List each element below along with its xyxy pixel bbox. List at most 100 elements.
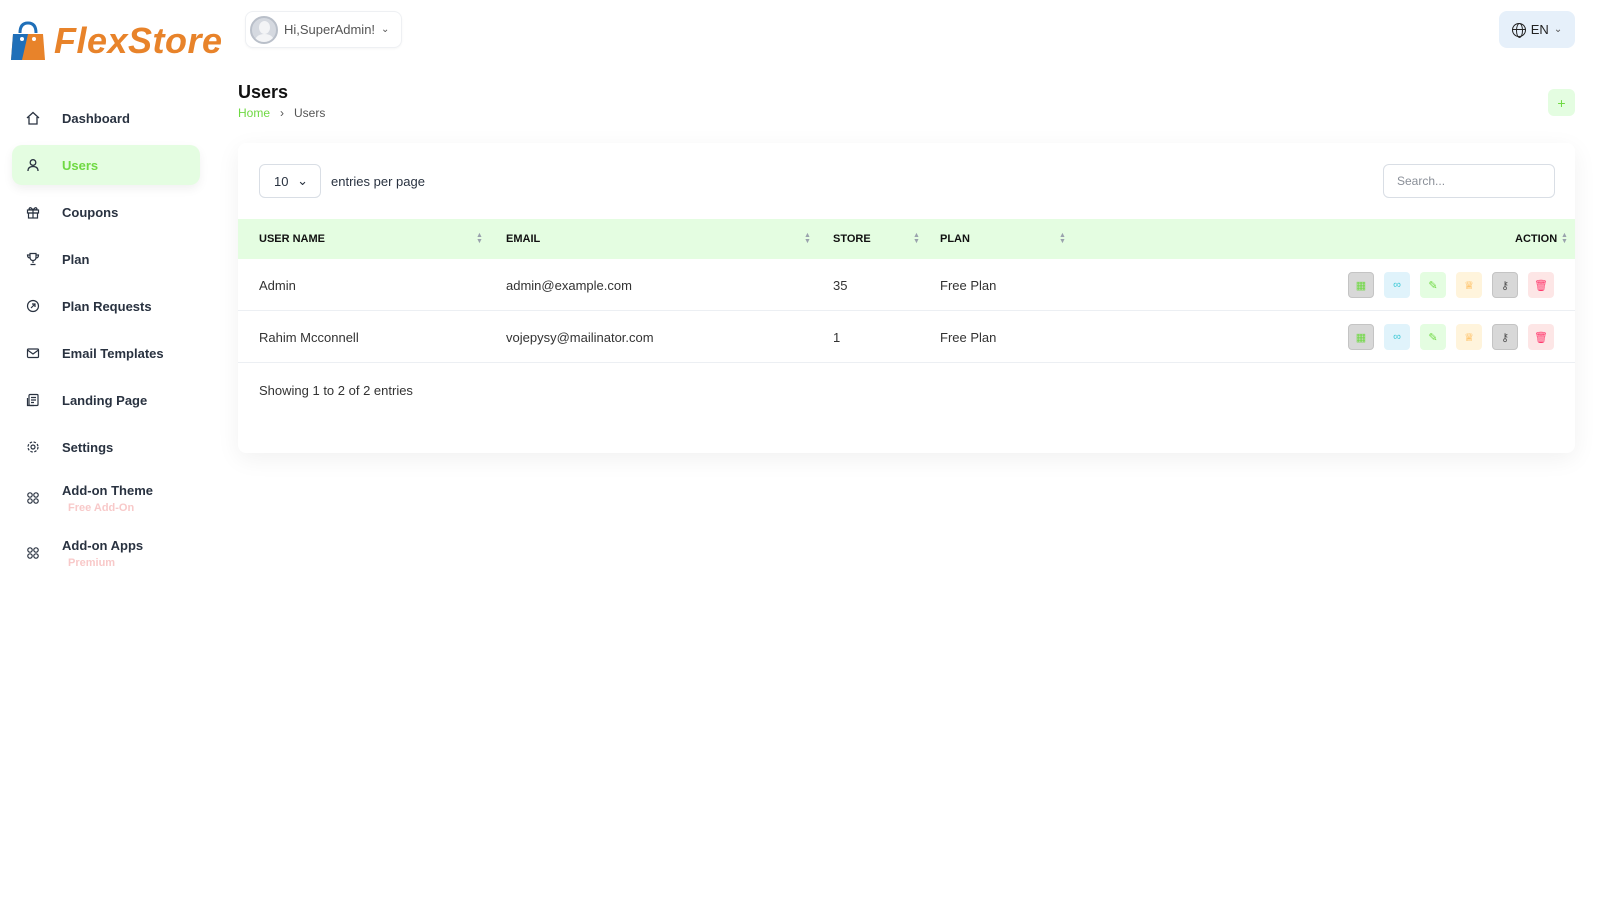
sidebar-item-users[interactable]: Users [12,145,200,185]
row-actions: ▦ ∞ ✎ ♕ ⚷ 🗑 [1348,272,1554,298]
upgrade-plan-button[interactable]: ♕ [1456,272,1482,298]
column-user-name[interactable]: USER NAME [259,219,325,259]
apps-icon [24,489,42,507]
entries-per-page-select[interactable]: 10 ⌄ [259,164,321,198]
sidebar-item-label: Plan Requests [62,298,152,314]
table-header: USER NAME ▲ ▼ EMAIL ▲ ▼ STORE ▲ ▼ PLAN ▲ ▼ A… [238,219,1575,259]
sidebar-item-plan[interactable]: Plan [12,239,200,279]
sidebar-item-landing-page[interactable]: Landing Page [12,380,200,420]
link-icon: ∞ [1393,279,1401,291]
column-plan[interactable]: PLAN [940,219,970,259]
sidebar-item-label: Plan [62,251,90,267]
search-input[interactable] [1383,164,1555,198]
delete-button[interactable]: 🗑 [1528,272,1554,298]
cell-store: 35 [833,277,848,293]
column-email[interactable]: EMAIL [506,219,540,259]
sidebar-item-email-templates[interactable]: Email Templates [12,333,200,373]
gear-icon [24,438,42,456]
cell-email: vojepysy@mailinator.com [506,329,654,345]
mail-icon [24,344,42,362]
login-link-button[interactable]: ∞ [1384,324,1410,350]
sort-icon[interactable]: ▲ ▼ [913,232,920,245]
brand-name: FlexStore [54,20,223,61]
entries-label: entries per page [331,173,425,189]
breadcrumb-home[interactable]: Home [238,106,270,120]
language-selector[interactable]: EN ⌄ [1499,11,1575,48]
trophy-icon: ♕ [1464,331,1474,344]
gift-icon [24,203,42,221]
sidebar-item-label: Users [62,157,99,173]
table-info: Showing 1 to 2 of 2 entries [259,383,413,398]
chevron-down-icon: ⌄ [381,24,390,35]
sidebar-item-plan-requests[interactable]: Plan Requests [12,286,200,326]
sidebar-item-coupons[interactable]: Coupons [12,192,200,232]
reset-password-button[interactable]: ⚷ [1492,324,1518,350]
table-row: Rahim Mcconnell vojepysy@mailinator.com … [238,311,1575,363]
apps-icon [24,544,42,562]
edit-button[interactable]: ✎ [1420,324,1446,350]
addon-badge: Premium [68,556,116,569]
user-greeting: Hi,SuperAdmin! [284,22,376,37]
add-user-button[interactable]: + [1548,89,1575,116]
trophy-icon: ♕ [1464,279,1474,292]
trash-icon: 🗑 [1534,279,1548,292]
store-button[interactable]: ▦ [1348,324,1374,350]
addon-badge: Free Add-On [68,501,135,514]
link-icon: ∞ [1393,331,1401,343]
breadcrumb-current: Users [294,106,326,120]
pencil-icon: ✎ [1428,331,1438,344]
brand-logo[interactable]: FlexStore [10,20,223,62]
sidebar-item-label: Landing Page [62,392,148,408]
cell-store: 1 [833,329,841,345]
reset-password-button[interactable]: ⚷ [1492,272,1518,298]
upgrade-plan-button[interactable]: ♕ [1456,324,1482,350]
sidebar-item-label: Settings [62,439,114,455]
sidebar-item-dashboard[interactable]: Dashboard [12,98,200,138]
key-icon: ⚷ [1500,331,1510,344]
language-label: EN [1530,22,1549,37]
chevron-down-icon: ⌄ [297,173,308,188]
avatar [250,15,278,44]
page-title: Users [238,82,289,102]
globe-icon [1511,22,1526,38]
sort-icon[interactable]: ▲ ▼ [1561,232,1568,245]
store-icon: ▦ [1355,279,1367,292]
breadcrumb: Home › Users [238,106,325,120]
plus-icon: + [1557,94,1566,111]
table-row: Admin admin@example.com 35 Free Plan ▦ ∞… [238,259,1575,311]
cell-user-name: Rahim Mcconnell [259,329,359,345]
delete-button[interactable]: 🗑 [1528,324,1554,350]
user-menu[interactable]: Hi,SuperAdmin! ⌄ [245,11,403,48]
sidebar-item-label: Add-on Theme [62,482,153,498]
store-icon: ▦ [1355,331,1367,344]
entries-control: 10 ⌄ entries per page [259,164,425,198]
users-table-card: 10 ⌄ entries per page USER NAME ▲▼ EMAIL… [238,143,1575,453]
sidebar-item-settings[interactable]: Settings [12,427,200,467]
key-icon: ⚷ [1500,279,1510,292]
cell-plan: Free Plan [940,277,997,293]
shopping-bag-icon [10,21,46,61]
cell-user-name: Admin [259,277,296,293]
sidebar-item-label: Coupons [62,204,119,220]
sidebar-item-label: Email Templates [62,345,164,361]
edit-button[interactable]: ✎ [1420,272,1446,298]
row-actions: ▦ ∞ ✎ ♕ ⚷ 🗑 [1348,324,1554,350]
chevron-down-icon: ⌄ [1553,24,1563,35]
column-store[interactable]: STORE [833,219,871,259]
store-button[interactable]: ▦ [1348,272,1374,298]
sidebar: Dashboard Users Coupons Plan Plan Reques… [12,98,200,584]
sidebar-item-label: Dashboard [62,110,130,126]
user-icon [24,156,42,174]
sort-icon[interactable]: ▲ ▼ [1059,232,1066,245]
pencil-icon: ✎ [1428,279,1438,292]
cell-plan: Free Plan [940,329,997,345]
trophy-icon [24,250,42,268]
request-icon [24,297,42,315]
login-link-button[interactable]: ∞ [1384,272,1410,298]
sidebar-item-addon-theme[interactable]: Add-on Theme Free Add-On [12,474,200,522]
sidebar-item-addon-apps[interactable]: Add-on Apps Premium [12,529,200,577]
column-action[interactable]: ACTION [1515,219,1557,259]
sort-icon[interactable]: ▲ ▼ [476,232,483,245]
chevron-right-icon: › [280,106,285,120]
sort-icon[interactable]: ▲ ▼ [804,232,811,245]
